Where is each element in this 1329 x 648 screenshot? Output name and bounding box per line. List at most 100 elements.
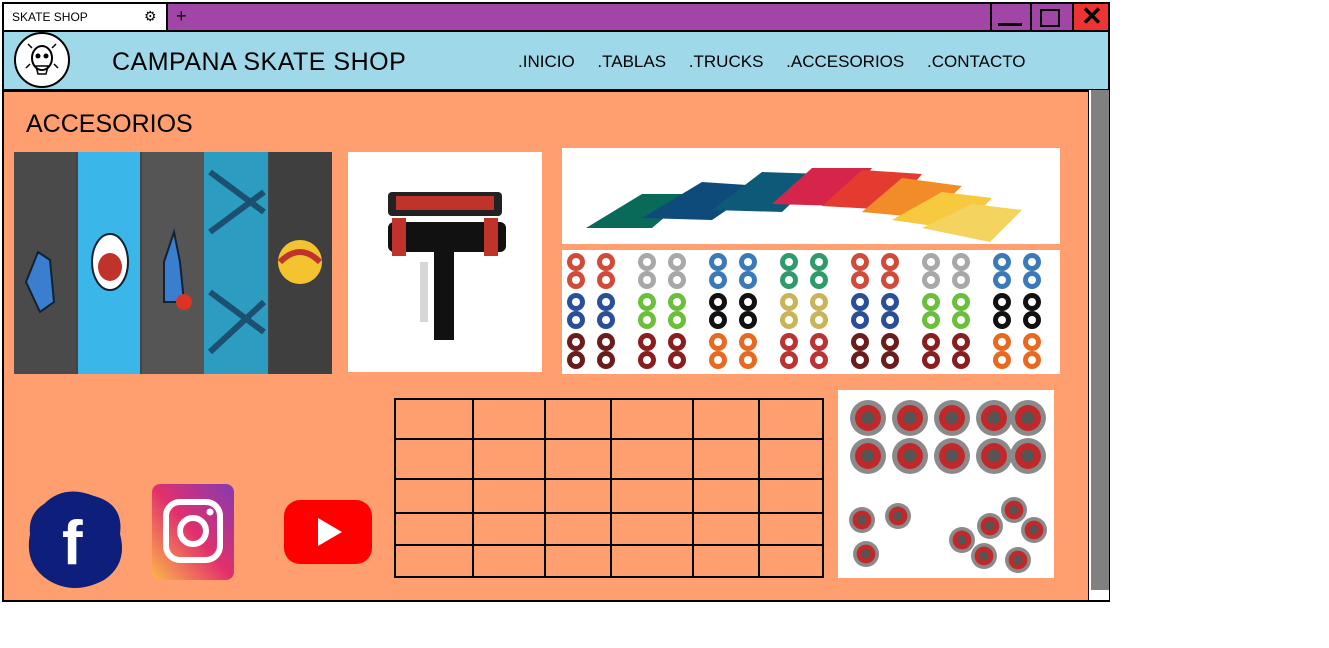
wheel-hub-mark <box>856 258 864 266</box>
wheel-hub-mark <box>957 276 965 284</box>
skate-tool-image[interactable] <box>348 152 542 372</box>
wheels-icon <box>567 253 1041 369</box>
table-cell <box>758 512 824 546</box>
wheel-hub-mark <box>927 258 935 266</box>
table-cell <box>472 544 546 578</box>
maximize-button[interactable] <box>1030 4 1066 30</box>
bearing-core-mark <box>861 411 875 425</box>
table-cell <box>472 478 546 514</box>
wheel-hub-mark <box>815 258 823 266</box>
bearing-core-mark <box>1013 555 1023 565</box>
scrollbar[interactable] <box>1088 90 1109 600</box>
wheel-hub-mark <box>602 356 610 364</box>
table-cell <box>394 512 474 546</box>
youtube-link[interactable] <box>284 500 372 564</box>
bearing-core-mark <box>945 449 959 463</box>
site-title: CAMPANA SKATE SHOP <box>112 48 407 76</box>
wheel-hub-mark <box>643 276 651 284</box>
wheel-hub-mark <box>714 258 722 266</box>
wheel-hub-mark <box>673 276 681 284</box>
bearing-core-mark <box>861 549 871 559</box>
wheel-hub-mark <box>957 298 965 306</box>
wheel-hub-mark <box>744 316 752 324</box>
wheel-hub-mark <box>856 298 864 306</box>
wheel-hub-mark <box>572 298 580 306</box>
browser-tab[interactable]: SKATE SHOP ⚙ <box>4 4 168 30</box>
wheel-hub-mark <box>815 338 823 346</box>
tab-label: SKATE SHOP <box>12 10 88 24</box>
new-tab-button[interactable]: + <box>176 6 187 27</box>
riser-pads-image[interactable] <box>562 148 1060 244</box>
bearing-core-mark <box>957 535 967 545</box>
wheel-hub-mark <box>785 276 793 284</box>
wheel-hub-mark <box>602 316 610 324</box>
nav-contacto[interactable]: .CONTACTO <box>927 52 1026 71</box>
nav-inicio[interactable]: .INICIO <box>518 52 575 71</box>
bearing-core-mark <box>987 411 1001 425</box>
scrollbar-thumb[interactable] <box>1091 90 1109 590</box>
table-cell <box>692 512 760 546</box>
bearing-core-mark <box>1029 525 1039 535</box>
bearings-image[interactable] <box>838 390 1054 578</box>
wheel-hub-mark <box>643 338 651 346</box>
table-cell <box>610 544 694 578</box>
wheel-hub-mark <box>643 316 651 324</box>
wheels-image[interactable] <box>562 250 1060 374</box>
shop-logo[interactable] <box>14 32 70 88</box>
table-cell <box>758 438 824 480</box>
wheel-hub-mark <box>572 356 580 364</box>
bearing-core-mark <box>861 449 875 463</box>
wheel-hub-mark <box>886 298 894 306</box>
close-button[interactable]: ✕ <box>1072 1 1108 31</box>
table-cell <box>544 512 612 546</box>
table-cell <box>394 544 474 578</box>
wheel-hub-mark <box>1028 356 1036 364</box>
table-cell <box>394 438 474 480</box>
svg-text:f: f <box>62 509 83 578</box>
wheel-hub-mark <box>886 356 894 364</box>
close-icon: ✕ <box>1081 1 1103 31</box>
wheel-hub-mark <box>714 276 722 284</box>
wheel-hub-mark <box>998 258 1006 266</box>
riser-pads-icon <box>586 168 1022 242</box>
minimize-button[interactable] <box>990 4 1026 30</box>
wheel-hub-mark <box>673 316 681 324</box>
bearing-core-mark <box>893 511 903 521</box>
wheel-hub-mark <box>886 276 894 284</box>
griptape-image[interactable] <box>14 152 332 374</box>
wheel-hub-mark <box>998 276 1006 284</box>
wheel-hub-mark <box>856 338 864 346</box>
wheel-hub-mark <box>572 316 580 324</box>
bearing-core-mark <box>903 449 917 463</box>
wheel-hub-mark <box>957 356 965 364</box>
wheel-hub-mark <box>1028 298 1036 306</box>
table-cell <box>758 398 824 440</box>
wheel-hub-mark <box>714 356 722 364</box>
wheel-hub-mark <box>785 258 793 266</box>
wheel-hub-mark <box>673 338 681 346</box>
wheel-hub-mark <box>602 276 610 284</box>
griptape-icon <box>14 152 332 374</box>
wheel-hub-mark <box>572 258 580 266</box>
nav-trucks[interactable]: .TRUCKS <box>689 52 764 71</box>
table-cell <box>692 544 760 578</box>
nav-accesorios[interactable]: .ACCESORIOS <box>786 52 904 71</box>
facebook-link[interactable]: f <box>24 484 124 594</box>
bearing-core-mark <box>1009 505 1019 515</box>
product-table <box>394 398 824 578</box>
table-cell <box>610 438 694 480</box>
table-cell <box>544 544 612 578</box>
wheel-hub-mark <box>602 258 610 266</box>
wheel-hub-mark <box>856 316 864 324</box>
instagram-link[interactable] <box>152 484 234 580</box>
wheel-hub-mark <box>673 258 681 266</box>
nav-tablas[interactable]: .TABLAS <box>597 52 666 71</box>
wheel-hub-mark <box>998 338 1006 346</box>
site-header: CAMPANA SKATE SHOP .INICIO .TABLAS .TRUC… <box>4 32 1108 92</box>
title-bar: SKATE SHOP ⚙ + ✕ <box>4 1 1108 32</box>
wheel-hub-mark <box>815 298 823 306</box>
wheel-hub-mark <box>744 356 752 364</box>
bearing-core-mark <box>857 515 867 525</box>
wheel-hub-mark <box>673 298 681 306</box>
table-cell <box>692 398 760 440</box>
